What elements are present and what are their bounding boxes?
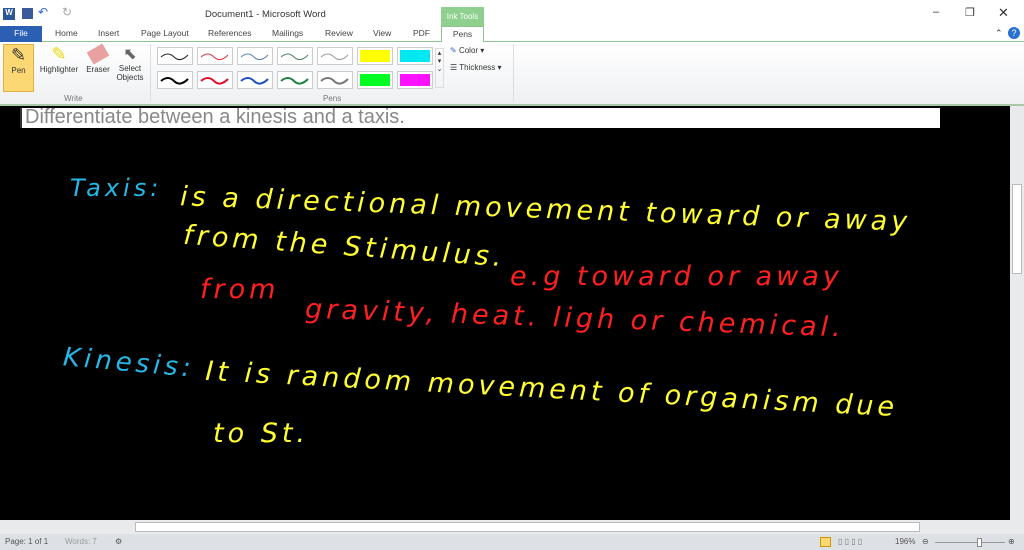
write-group-label: Write: [64, 94, 83, 103]
zoom-out-button[interactable]: ⊖: [922, 534, 929, 550]
tab-insert[interactable]: Insert: [98, 26, 119, 42]
zoom-slider[interactable]: [935, 542, 1005, 543]
thickness-dropdown[interactable]: ☰ Thickness ▾: [450, 63, 502, 72]
thickness-icon: ☰: [450, 63, 458, 72]
restore-button[interactable]: ❐: [965, 6, 975, 19]
pen-swatch[interactable]: [397, 71, 433, 89]
pen-swatch[interactable]: [157, 47, 193, 65]
gallery-scroll[interactable]: ▴ ▾ ⌄: [435, 48, 444, 88]
pen-swatch[interactable]: [317, 71, 353, 89]
ink-line-3: from: [200, 274, 280, 305]
minimize-button[interactable]: –: [933, 6, 939, 18]
redo-icon[interactable]: ↻: [62, 5, 72, 19]
page-count[interactable]: Page: 1 of 1: [5, 534, 48, 550]
tab-file[interactable]: File: [0, 26, 42, 42]
pen-swatch[interactable]: [397, 47, 433, 65]
tab-pens[interactable]: Pens: [441, 26, 484, 43]
pen-button[interactable]: ✎ Pen: [3, 44, 34, 92]
ink-taxis-label: Taxis:: [70, 174, 163, 202]
ink-line-4: gravity, heat. ligh or chemical.: [304, 293, 846, 344]
proofing-icon[interactable]: ⚙: [115, 534, 122, 550]
pen-swatch[interactable]: [237, 71, 273, 89]
tab-view[interactable]: View: [373, 26, 391, 42]
cursor-icon: ⬉: [123, 46, 137, 63]
eraser-button[interactable]: Eraser: [84, 43, 112, 92]
title-bar: W ↶ ↻ Document1 - Microsoft Word Ink Too…: [0, 0, 1024, 26]
tab-page-layout[interactable]: Page Layout: [141, 26, 189, 42]
horizontal-scrollbar[interactable]: [0, 520, 1024, 534]
ink-line-5: It is random movement of organism due: [204, 355, 899, 424]
vertical-scrollbar[interactable]: [1010, 106, 1024, 520]
eraser-icon: [86, 43, 110, 65]
tab-references[interactable]: References: [208, 26, 251, 42]
status-bar: Page: 1 of 1 Words: 7 ⚙ ▯ ▯ ▯ ▯ 196% ⊖ ⊕: [0, 534, 1024, 550]
ink-kinesis-label: Kinesis:: [61, 342, 196, 384]
zoom-slider-thumb[interactable]: [977, 538, 982, 547]
help-icon[interactable]: ?: [1008, 27, 1020, 39]
highlighter-icon: ✎: [51, 44, 67, 64]
print-layout-view-button[interactable]: [820, 537, 831, 547]
color-pen-icon: ✎: [450, 46, 457, 55]
pens-group-label: Pens: [323, 94, 342, 103]
ink-tools-group: Ink Tools: [441, 7, 484, 26]
view-buttons[interactable]: ▯ ▯ ▯ ▯: [838, 534, 862, 550]
document-canvas[interactable]: Differentiate between a kinesis and a ta…: [0, 106, 1010, 520]
zoom-level[interactable]: 196%: [895, 534, 915, 550]
pen-swatch[interactable]: [277, 71, 313, 89]
ribbon: ✎ Pen ✎ Highlighter Eraser ⬉ Select Objects…: [0, 42, 1024, 106]
select-objects-button[interactable]: ⬉ Select Objects: [114, 44, 146, 92]
pen-swatch[interactable]: [357, 71, 393, 89]
tab-pdf[interactable]: PDF: [413, 26, 430, 42]
ink-line-2-red: e.g toward or away: [510, 261, 843, 292]
vertical-scroll-thumb[interactable]: [1012, 184, 1022, 274]
pen-swatch[interactable]: [197, 71, 233, 89]
pen-swatch[interactable]: [237, 47, 273, 65]
zoom-in-button[interactable]: ⊕: [1008, 534, 1015, 550]
undo-icon[interactable]: ↶: [38, 5, 48, 19]
tab-review[interactable]: Review: [325, 26, 353, 42]
typed-heading: Differentiate between a kinesis and a ta…: [20, 107, 940, 128]
collapse-ribbon-icon[interactable]: ⌃: [995, 28, 1003, 39]
ink-line-6: to St.: [213, 418, 309, 449]
highlighter-button[interactable]: ✎ Highlighter: [36, 44, 82, 92]
pen-swatch[interactable]: [277, 47, 313, 65]
word-count[interactable]: Words: 7: [65, 534, 97, 550]
pen-swatch[interactable]: [197, 47, 233, 65]
close-button[interactable]: ✕: [998, 5, 1009, 21]
color-dropdown[interactable]: ✎ Color ▾: [450, 46, 484, 55]
pen-swatch[interactable]: [357, 47, 393, 65]
pen-swatch[interactable]: [317, 47, 353, 65]
pen-icon: ✎: [10, 45, 27, 65]
ink-line-2: from the Stimulus.: [182, 219, 507, 274]
pen-swatch[interactable]: [157, 71, 193, 89]
tab-home[interactable]: Home: [55, 26, 78, 42]
word-icon: W: [3, 8, 15, 20]
window-title: Document1 - Microsoft Word: [205, 9, 326, 20]
save-icon[interactable]: [22, 8, 33, 19]
ribbon-tabs: File Home Insert Page Layout References …: [0, 26, 1024, 43]
tab-mailings[interactable]: Mailings: [272, 26, 303, 42]
horizontal-scroll-thumb[interactable]: [135, 522, 920, 532]
